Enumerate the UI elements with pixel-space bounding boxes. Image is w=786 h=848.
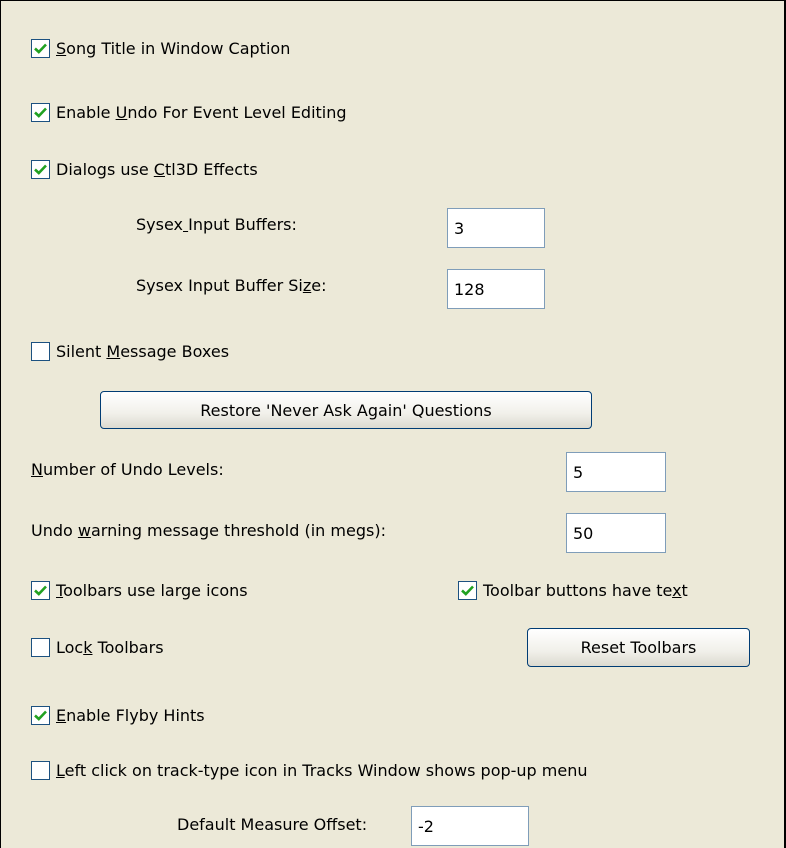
check-icon (34, 164, 47, 175)
song-title-label: Song Title in Window Caption (56, 38, 291, 58)
left-click-checkbox[interactable] (31, 760, 50, 780)
ctl3d-option[interactable]: Dialogs use Ctl3D Effects (31, 157, 258, 181)
silent-message-label: Silent Message Boxes (56, 341, 230, 361)
sysex-buffers-label: Sysex Input Buffers: (136, 215, 297, 234)
button-text-option[interactable]: Toolbar buttons have text (458, 578, 688, 602)
sysex-buffers-input[interactable] (447, 208, 545, 248)
large-icons-label: Toolbars use large icons (56, 580, 248, 600)
lock-toolbars-checkbox[interactable] (31, 637, 50, 657)
check-icon (461, 585, 474, 596)
enable-undo-label: Enable Undo For Event Level Editing (56, 102, 347, 122)
check-icon (34, 585, 47, 596)
measure-offset-input[interactable] (411, 806, 529, 846)
undo-levels-input[interactable] (566, 452, 666, 492)
undo-threshold-input[interactable] (566, 513, 666, 553)
enable-undo-checkbox[interactable] (31, 102, 50, 122)
left-click-label: Left click on track-type icon in Tracks … (56, 760, 588, 780)
sysex-size-label: Sysex Input Buffer Size: (136, 276, 327, 295)
undo-levels-label: Number of Undo Levels: (31, 460, 224, 479)
ctl3d-checkbox[interactable] (31, 159, 50, 179)
song-title-checkbox[interactable] (31, 38, 50, 58)
lock-toolbars-option[interactable]: Lock Toolbars (31, 635, 164, 659)
check-icon (34, 43, 47, 54)
flyby-hints-option[interactable]: Enable Flyby Hints (31, 703, 205, 727)
button-text-checkbox[interactable] (458, 580, 477, 600)
silent-message-checkbox[interactable] (31, 341, 50, 361)
left-click-option[interactable]: Left click on track-type icon in Tracks … (31, 758, 588, 782)
silent-message-option[interactable]: Silent Message Boxes (31, 339, 229, 363)
restore-questions-button[interactable]: Restore 'Never Ask Again' Questions (100, 391, 592, 429)
lock-toolbars-label: Lock Toolbars (56, 637, 164, 657)
flyby-hints-checkbox[interactable] (31, 705, 50, 725)
song-title-option[interactable]: Song Title in Window Caption (31, 36, 290, 60)
ctl3d-label: Dialogs use Ctl3D Effects (56, 159, 258, 179)
enable-undo-option[interactable]: Enable Undo For Event Level Editing (31, 100, 347, 124)
button-text-label: Toolbar buttons have text (483, 580, 688, 600)
check-icon (34, 107, 47, 118)
check-icon (34, 710, 47, 721)
undo-threshold-label: Undo warning message threshold (in megs)… (31, 521, 386, 540)
preferences-panel: Song Title in Window Caption Enable Undo… (0, 0, 786, 848)
reset-toolbars-button[interactable]: Reset Toolbars (527, 628, 750, 667)
flyby-hints-label: Enable Flyby Hints (56, 705, 205, 725)
measure-offset-label: Default Measure Offset: (177, 815, 368, 834)
large-icons-option[interactable]: Toolbars use large icons (31, 578, 248, 602)
large-icons-checkbox[interactable] (31, 580, 50, 600)
sysex-size-input[interactable] (447, 269, 545, 309)
